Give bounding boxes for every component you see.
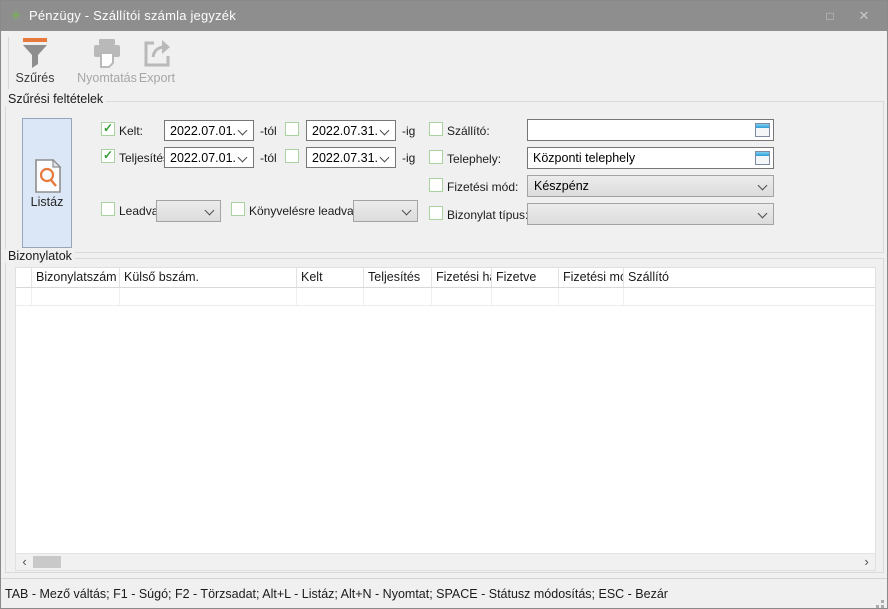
szallito-input-wrap [527,119,774,141]
export-icon [140,37,174,69]
app-window: ✳ Pénzügy - Szállítói számla jegyzék □ ✕… [0,0,888,609]
chevron-down-icon [402,206,412,216]
telephely-input[interactable] [528,148,773,168]
chevron-down-icon [205,206,215,216]
teljesites-to-checkbox[interactable] [285,149,299,163]
maximize-button[interactable]: □ [813,1,847,31]
documents-section-title: Bizonylatok [5,249,75,263]
table-row [16,288,875,306]
leadva-select[interactable] [156,200,221,222]
funnel-icon [18,37,52,69]
scrollbar-thumb[interactable] [33,556,61,568]
lookup-window-icon[interactable] [755,123,770,137]
kelt-label: Kelt: [119,124,143,138]
ig-suffix-label: -ig [402,124,415,138]
chevron-down-icon [758,181,768,191]
check-icon: ✓ [103,121,113,135]
filter-button[interactable]: Szűrés [13,37,57,85]
kelt-to-datepicker[interactable]: 2022.07.31. [306,120,396,141]
chevron-down-icon [380,126,390,136]
kelt-from-value: 2022.07.01. [170,124,236,138]
fizetesi-mod-checkbox[interactable] [429,178,443,192]
app-icon: ✳ [9,9,23,23]
leadva-checkbox[interactable] [101,202,115,216]
szallito-checkbox[interactable] [429,122,443,136]
export-button-label: Export [133,71,181,85]
status-bar: TAB - Mező váltás; F1 - Súgó; F2 - Törzs… [1,578,887,607]
fizetesi-mod-select[interactable]: Készpénz [527,175,774,197]
column-header[interactable]: Kelt [297,268,364,287]
column-header[interactable]: Fizetve [492,268,559,287]
filter-button-label: Szűrés [13,71,57,85]
document-search-icon [34,159,62,198]
teljesites-from-value: 2022.07.01. [170,151,236,165]
kelt-checkbox[interactable]: ✓ [101,122,115,136]
lookup-window-icon[interactable] [755,151,770,165]
szallito-input[interactable] [528,120,773,140]
column-header-selector[interactable] [16,268,32,287]
teljesites-from-datepicker[interactable]: 2022.07.01. [164,147,254,168]
horizontal-scrollbar[interactable]: ‹ › [16,553,875,570]
telephely-checkbox[interactable] [429,150,443,164]
bizonylat-tipus-label: Bizonylat típus: [447,208,528,222]
printer-icon [90,37,124,69]
documents-table: Bizonylatszám Külső bszám. Kelt Teljesít… [15,267,876,571]
export-button[interactable]: Export [133,37,181,85]
konyvelesre-label: Könyvelésre leadva: [249,204,357,218]
resize-grip[interactable] [881,600,884,603]
close-button[interactable]: ✕ [847,1,881,31]
list-button-label: Listáz [23,195,71,209]
list-button[interactable]: Listáz [22,118,72,248]
from-suffix-label: -tól [260,124,277,138]
bizonylat-tipus-checkbox[interactable] [429,206,443,220]
teljesites-to-value: 2022.07.31. [312,151,378,165]
ig-suffix-label: -ig [402,151,415,165]
teljesites-checkbox[interactable]: ✓ [101,149,115,163]
kelt-to-value: 2022.07.31. [312,124,378,138]
column-header[interactable]: Külső bszám. [120,268,297,287]
fizetesi-mod-value: Készpénz [534,179,589,193]
bizonylat-tipus-select[interactable] [527,203,774,225]
konyvelesre-select[interactable] [353,200,418,222]
kelt-from-datepicker[interactable]: 2022.07.01. [164,120,254,141]
table-header-row: Bizonylatszám Külső bszám. Kelt Teljesít… [16,268,875,288]
status-bar-text: TAB - Mező váltás; F1 - Súgó; F2 - Törzs… [5,587,668,601]
scroll-left-arrow[interactable]: ‹ [16,554,33,570]
fizetesi-mod-label: Fizetési mód: [447,180,518,194]
telephely-label: Telephely: [447,152,501,166]
chevron-down-icon [758,209,768,219]
kelt-to-checkbox[interactable] [285,122,299,136]
column-header[interactable]: Fizetési mód [559,268,624,287]
scroll-right-arrow[interactable]: › [858,554,875,570]
check-icon: ✓ [103,148,113,162]
konyvelesre-checkbox[interactable] [231,202,245,216]
title-bar: ✳ Pénzügy - Szállítói számla jegyzék □ ✕ [1,1,887,31]
teljesites-to-datepicker[interactable]: 2022.07.31. [306,147,396,168]
chevron-down-icon [380,153,390,163]
column-header[interactable]: Bizonylatszám [32,268,120,287]
chevron-down-icon [238,126,248,136]
from-suffix-label: -tól [260,151,277,165]
szallito-label: Szállító: [447,124,490,138]
window-title: Pénzügy - Szállítói számla jegyzék [29,8,236,23]
filter-section-title: Szűrési feltételek [5,92,106,106]
column-header[interactable]: Fizetési hatá [432,268,492,287]
toolbar-separator [8,37,9,89]
telephely-input-wrap [527,147,774,169]
toolbar: Szűrés Nyomtatás Export [1,31,887,93]
column-header[interactable]: Teljesítés [364,268,432,287]
chevron-down-icon [238,153,248,163]
column-header[interactable]: Szállító [624,268,875,287]
